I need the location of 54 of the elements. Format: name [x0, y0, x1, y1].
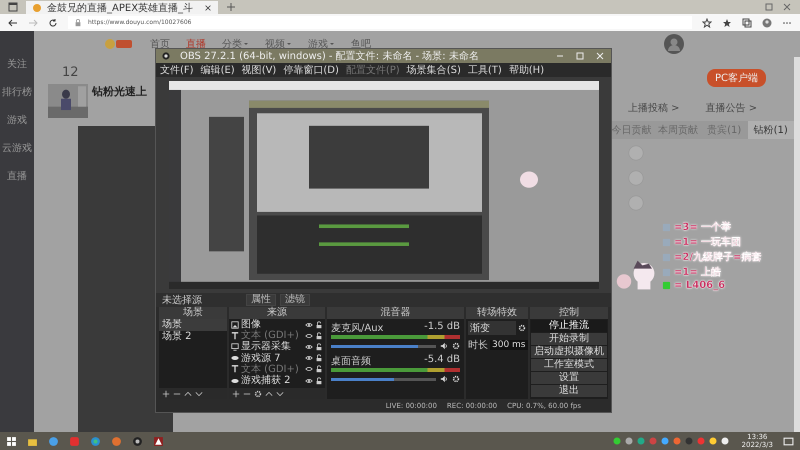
overlay-text: = L406_6: [674, 280, 726, 291]
sidebar-item[interactable]: 游戏: [7, 113, 27, 127]
source-item[interactable]: 游戏源 7: [241, 352, 303, 364]
menu-item[interactable]: 停靠窗口(D): [283, 63, 339, 77]
dock-header: 转场特效: [466, 307, 528, 319]
sidebar-item[interactable]: 直播: [7, 169, 27, 183]
properties-button[interactable]: 属性: [246, 294, 276, 306]
browser-tab[interactable]: 金鼓兄的直播_APEX英雄直播_斗: [26, 1, 218, 14]
filters-button[interactable]: 滤镜: [280, 294, 310, 306]
menu-item[interactable]: 工具(T): [468, 63, 502, 77]
duration-field[interactable]: 300 ms: [490, 340, 528, 350]
control-button[interactable]: 工作室模式: [531, 359, 607, 371]
scene-item[interactable]: 场景: [159, 319, 227, 331]
source-item[interactable]: 文本 (GDI+): [241, 364, 303, 375]
sidebar-item[interactable]: 云游戏: [2, 141, 32, 155]
menu-item[interactable]: 文件(F): [160, 63, 194, 77]
control-button[interactable]: 设置: [531, 372, 607, 384]
announcement-link[interactable]: 直播公告 >: [706, 101, 758, 115]
source-item[interactable]: 显示器采集: [241, 341, 303, 352]
sidebar-item[interactable]: 关注: [7, 57, 27, 71]
pc-client-button[interactable]: PC客户端: [706, 69, 766, 87]
source-item[interactable]: 图像: [241, 319, 303, 330]
control-button[interactable]: 退出: [531, 385, 607, 397]
stream-title[interactable]: 钻粉光速上: [92, 84, 147, 99]
dock-header: 控制: [530, 307, 608, 319]
dock-header: 场景: [159, 307, 227, 319]
channel-reading: -5.4 dB: [424, 354, 460, 367]
menu-item[interactable]: 帮助(H): [508, 63, 544, 77]
overlay-text: =1= 上皓: [674, 266, 722, 279]
follow-count: 12: [62, 65, 79, 80]
duration-label: 时长: [468, 338, 488, 352]
overlay-text: =2/九级牌子=病套: [674, 250, 762, 264]
menu-item[interactable]: 场景集合(S): [406, 63, 461, 77]
dock-header: 混音器: [327, 307, 464, 319]
control-button[interactable]: 停止推流: [531, 320, 607, 332]
channel-name: 麦克风/Aux: [331, 322, 384, 335]
control-button[interactable]: 开始录制: [531, 333, 607, 345]
announcement-link[interactable]: 上播投稿 >: [628, 101, 680, 115]
channel-name: 桌面音频: [331, 354, 371, 368]
control-button[interactable]: 启动虚拟摄像机: [531, 346, 607, 358]
overlay-text: =1= 一玩车团: [674, 235, 742, 249]
source-item[interactable]: 文本 (GDI+): [241, 330, 303, 342]
dock-header: 来源: [229, 307, 325, 319]
menu-item[interactable]: 编辑(E): [200, 63, 235, 77]
scene-item[interactable]: 场景 2: [159, 331, 227, 343]
overlay-text: =3= 一个举: [674, 220, 732, 234]
rank-tab[interactable]: 钻粉(1): [748, 121, 794, 139]
sidebar-item[interactable]: 排行榜: [2, 85, 32, 99]
channel-reading: -1.5 dB: [424, 321, 460, 334]
no-source-label: 未选择源: [162, 294, 203, 306]
menu-item[interactable]: 视图(V): [242, 63, 276, 77]
transition-select[interactable]: 渐变: [468, 321, 516, 335]
source-item[interactable]: 游戏捕获 2: [241, 375, 303, 386]
window-title: OBS 27.2.1 (64-bit, windows) - 配置文件: 未命名 - 场景: 未命名: [180, 50, 479, 63]
